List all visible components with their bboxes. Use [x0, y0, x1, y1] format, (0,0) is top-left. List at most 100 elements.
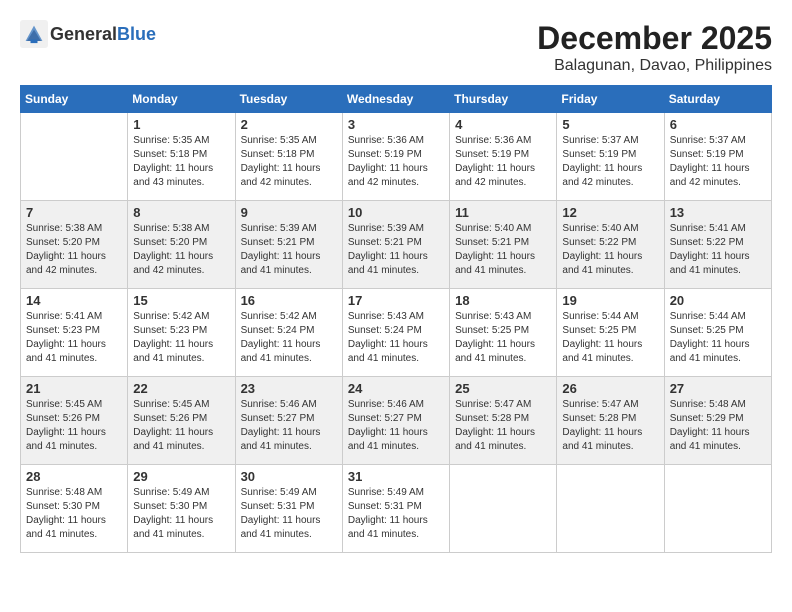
day-info: Sunrise: 5:43 AMSunset: 5:24 PMDaylight:…: [348, 310, 444, 366]
day-number: 16: [241, 293, 337, 308]
logo-blue: Blue: [117, 24, 156, 44]
calendar-cell: 19 Sunrise: 5:44 AMSunset: 5:25 PMDayligh…: [557, 289, 664, 377]
generalblue-icon: [20, 20, 48, 48]
day-number: 31: [348, 469, 444, 484]
calendar-cell: 26Sunrise: 5:47 AMSunset: 5:28 PMDayligh…: [557, 377, 664, 465]
calendar-cell: 28 Sunrise: 5:48 AMSunset: 5:30 PMDayligh…: [21, 465, 128, 553]
calendar-cell: 15 Sunrise: 5:42 AMSunset: 5:23 PMDayligh…: [128, 289, 235, 377]
title-area: December 2025 Balagunan, Davao, Philippi…: [537, 20, 772, 75]
weekday-header-thursday: Thursday: [450, 86, 557, 113]
logo-general: General: [50, 24, 117, 44]
day-number: 10: [348, 205, 444, 220]
calendar-cell: 10 Sunrise: 5:39 AMSunset: 5:21 PMDayligh…: [342, 201, 449, 289]
day-info: Sunrise: 5:48 AMSunset: 5:29 PMDaylight:…: [670, 398, 766, 454]
calendar-cell: 30Sunrise: 5:49 AMSunset: 5:31 PMDayligh…: [235, 465, 342, 553]
day-info: Sunrise: 5:49 AMSunset: 5:31 PMDaylight:…: [348, 486, 444, 542]
weekday-header-tuesday: Tuesday: [235, 86, 342, 113]
calendar-cell: 6 Sunrise: 5:37 AMSunset: 5:19 PMDaylight…: [664, 113, 771, 201]
day-number: 7: [26, 205, 122, 220]
day-number: 28: [26, 469, 122, 484]
calendar-cell: 21 Sunrise: 5:45 AMSunset: 5:26 PMDayligh…: [21, 377, 128, 465]
day-info: Sunrise: 5:43 AMSunset: 5:25 PMDaylight:…: [455, 310, 551, 366]
calendar-cell: 12 Sunrise: 5:40 AMSunset: 5:22 PMDayligh…: [557, 201, 664, 289]
header: GeneralBlue December 2025 Balagunan, Dav…: [20, 20, 772, 75]
week-row-5: 28 Sunrise: 5:48 AMSunset: 5:30 PMDayligh…: [21, 465, 772, 553]
day-number: 18: [455, 293, 551, 308]
calendar-table: SundayMondayTuesdayWednesdayThursdayFrid…: [20, 85, 772, 553]
day-info: Sunrise: 5:41 AMSunset: 5:23 PMDaylight:…: [26, 310, 122, 366]
day-info: Sunrise: 5:37 AMSunset: 5:19 PMDaylight:…: [562, 134, 658, 190]
day-number: 8: [133, 205, 229, 220]
day-info: Sunrise: 5:47 AMSunset: 5:28 PMDaylight:…: [562, 398, 658, 454]
day-info: Sunrise: 5:48 AMSunset: 5:30 PMDaylight:…: [26, 486, 122, 542]
day-info: Sunrise: 5:39 AMSunset: 5:21 PMDaylight:…: [241, 222, 337, 278]
calendar-cell: 20 Sunrise: 5:44 AMSunset: 5:25 PMDayligh…: [664, 289, 771, 377]
day-info: Sunrise: 5:41 AMSunset: 5:22 PMDaylight:…: [670, 222, 766, 278]
day-number: 22: [133, 381, 229, 396]
day-number: 19: [562, 293, 658, 308]
day-info: Sunrise: 5:46 AMSunset: 5:27 PMDaylight:…: [241, 398, 337, 454]
day-info: Sunrise: 5:39 AMSunset: 5:21 PMDaylight:…: [348, 222, 444, 278]
calendar-cell: 24Sunrise: 5:46 AMSunset: 5:27 PMDayligh…: [342, 377, 449, 465]
day-info: Sunrise: 5:35 AMSunset: 5:18 PMDaylight:…: [133, 134, 229, 190]
calendar-cell: 7 Sunrise: 5:38 AMSunset: 5:20 PMDaylight…: [21, 201, 128, 289]
logo: GeneralBlue: [20, 20, 156, 48]
day-number: 29: [133, 469, 229, 484]
calendar-cell: 11Sunrise: 5:40 AMSunset: 5:21 PMDayligh…: [450, 201, 557, 289]
day-number: 11: [455, 205, 551, 220]
calendar-cell: [450, 465, 557, 553]
day-number: 20: [670, 293, 766, 308]
day-number: 3: [348, 117, 444, 132]
day-info: Sunrise: 5:37 AMSunset: 5:19 PMDaylight:…: [670, 134, 766, 190]
calendar-cell: 16 Sunrise: 5:42 AMSunset: 5:24 PMDayligh…: [235, 289, 342, 377]
weekday-header-monday: Monday: [128, 86, 235, 113]
weekday-header-saturday: Saturday: [664, 86, 771, 113]
calendar-cell: 27Sunrise: 5:48 AMSunset: 5:29 PMDayligh…: [664, 377, 771, 465]
weekday-header-row: SundayMondayTuesdayWednesdayThursdayFrid…: [21, 86, 772, 113]
weekday-header-wednesday: Wednesday: [342, 86, 449, 113]
day-info: Sunrise: 5:35 AMSunset: 5:18 PMDaylight:…: [241, 134, 337, 190]
day-number: 13: [670, 205, 766, 220]
day-info: Sunrise: 5:42 AMSunset: 5:24 PMDaylight:…: [241, 310, 337, 366]
calendar-cell: 31 Sunrise: 5:49 AMSunset: 5:31 PMDayligh…: [342, 465, 449, 553]
week-row-2: 7 Sunrise: 5:38 AMSunset: 5:20 PMDaylight…: [21, 201, 772, 289]
day-info: Sunrise: 5:38 AMSunset: 5:20 PMDaylight:…: [26, 222, 122, 278]
location-subtitle: Balagunan, Davao, Philippines: [537, 57, 772, 75]
calendar-cell: 22 Sunrise: 5:45 AMSunset: 5:26 PMDayligh…: [128, 377, 235, 465]
day-number: 21: [26, 381, 122, 396]
day-number: 5: [562, 117, 658, 132]
calendar-cell: [21, 113, 128, 201]
day-info: Sunrise: 5:44 AMSunset: 5:25 PMDaylight:…: [562, 310, 658, 366]
day-info: Sunrise: 5:42 AMSunset: 5:23 PMDaylight:…: [133, 310, 229, 366]
day-number: 6: [670, 117, 766, 132]
day-number: 17: [348, 293, 444, 308]
day-number: 4: [455, 117, 551, 132]
weekday-header-sunday: Sunday: [21, 86, 128, 113]
week-row-3: 14 Sunrise: 5:41 AMSunset: 5:23 PMDayligh…: [21, 289, 772, 377]
week-row-4: 21 Sunrise: 5:45 AMSunset: 5:26 PMDayligh…: [21, 377, 772, 465]
calendar-cell: 5 Sunrise: 5:37 AMSunset: 5:19 PMDaylight…: [557, 113, 664, 201]
month-title: December 2025: [537, 20, 772, 57]
day-info: Sunrise: 5:36 AMSunset: 5:19 PMDaylight:…: [455, 134, 551, 190]
day-number: 23: [241, 381, 337, 396]
day-info: Sunrise: 5:45 AMSunset: 5:26 PMDaylight:…: [26, 398, 122, 454]
day-number: 9: [241, 205, 337, 220]
calendar-cell: 23 Sunrise: 5:46 AMSunset: 5:27 PMDayligh…: [235, 377, 342, 465]
day-number: 12: [562, 205, 658, 220]
calendar-cell: 8Sunrise: 5:38 AMSunset: 5:20 PMDaylight…: [128, 201, 235, 289]
calendar-cell: 17 Sunrise: 5:43 AMSunset: 5:24 PMDayligh…: [342, 289, 449, 377]
day-info: Sunrise: 5:44 AMSunset: 5:25 PMDaylight:…: [670, 310, 766, 366]
day-number: 14: [26, 293, 122, 308]
calendar-cell: 25Sunrise: 5:47 AMSunset: 5:28 PMDayligh…: [450, 377, 557, 465]
day-info: Sunrise: 5:46 AMSunset: 5:27 PMDaylight:…: [348, 398, 444, 454]
day-info: Sunrise: 5:49 AMSunset: 5:31 PMDaylight:…: [241, 486, 337, 542]
day-number: 15: [133, 293, 229, 308]
day-info: Sunrise: 5:40 AMSunset: 5:22 PMDaylight:…: [562, 222, 658, 278]
calendar-cell: 9 Sunrise: 5:39 AMSunset: 5:21 PMDaylight…: [235, 201, 342, 289]
calendar-cell: 14 Sunrise: 5:41 AMSunset: 5:23 PMDayligh…: [21, 289, 128, 377]
calendar-cell: [664, 465, 771, 553]
day-number: 1: [133, 117, 229, 132]
calendar-cell: 29Sunrise: 5:49 AMSunset: 5:30 PMDayligh…: [128, 465, 235, 553]
calendar-cell: [557, 465, 664, 553]
day-info: Sunrise: 5:45 AMSunset: 5:26 PMDaylight:…: [133, 398, 229, 454]
